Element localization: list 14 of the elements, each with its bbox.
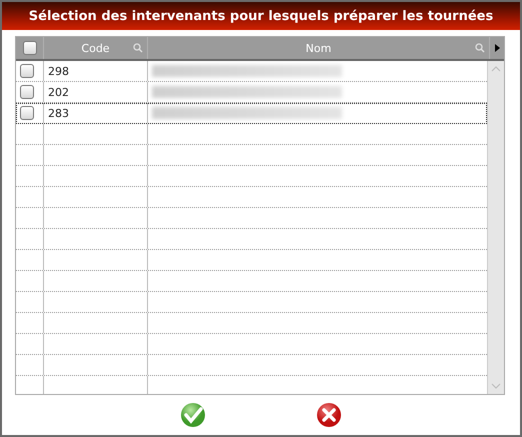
row-checkbox[interactable] (20, 64, 34, 78)
code-cell: 298 (48, 64, 69, 78)
arrow-icon[interactable] (494, 44, 500, 52)
cancel-button[interactable] (316, 402, 342, 428)
code-cell: 202 (48, 86, 69, 98)
confirm-button[interactable] (180, 402, 206, 428)
table-row[interactable]: 298 (16, 61, 487, 82)
window-title: Sélection des intervenants pour lesquels préparer les tournées (2, 2, 520, 30)
code-cell: 283 (48, 106, 69, 120)
row-checkbox[interactable] (20, 85, 34, 99)
row-checkbox[interactable] (20, 106, 34, 120)
select-all-checkbox[interactable] (22, 41, 36, 55)
table-row[interactable]: 202 (16, 82, 487, 103)
table-row[interactable]: 283 (16, 103, 487, 124)
